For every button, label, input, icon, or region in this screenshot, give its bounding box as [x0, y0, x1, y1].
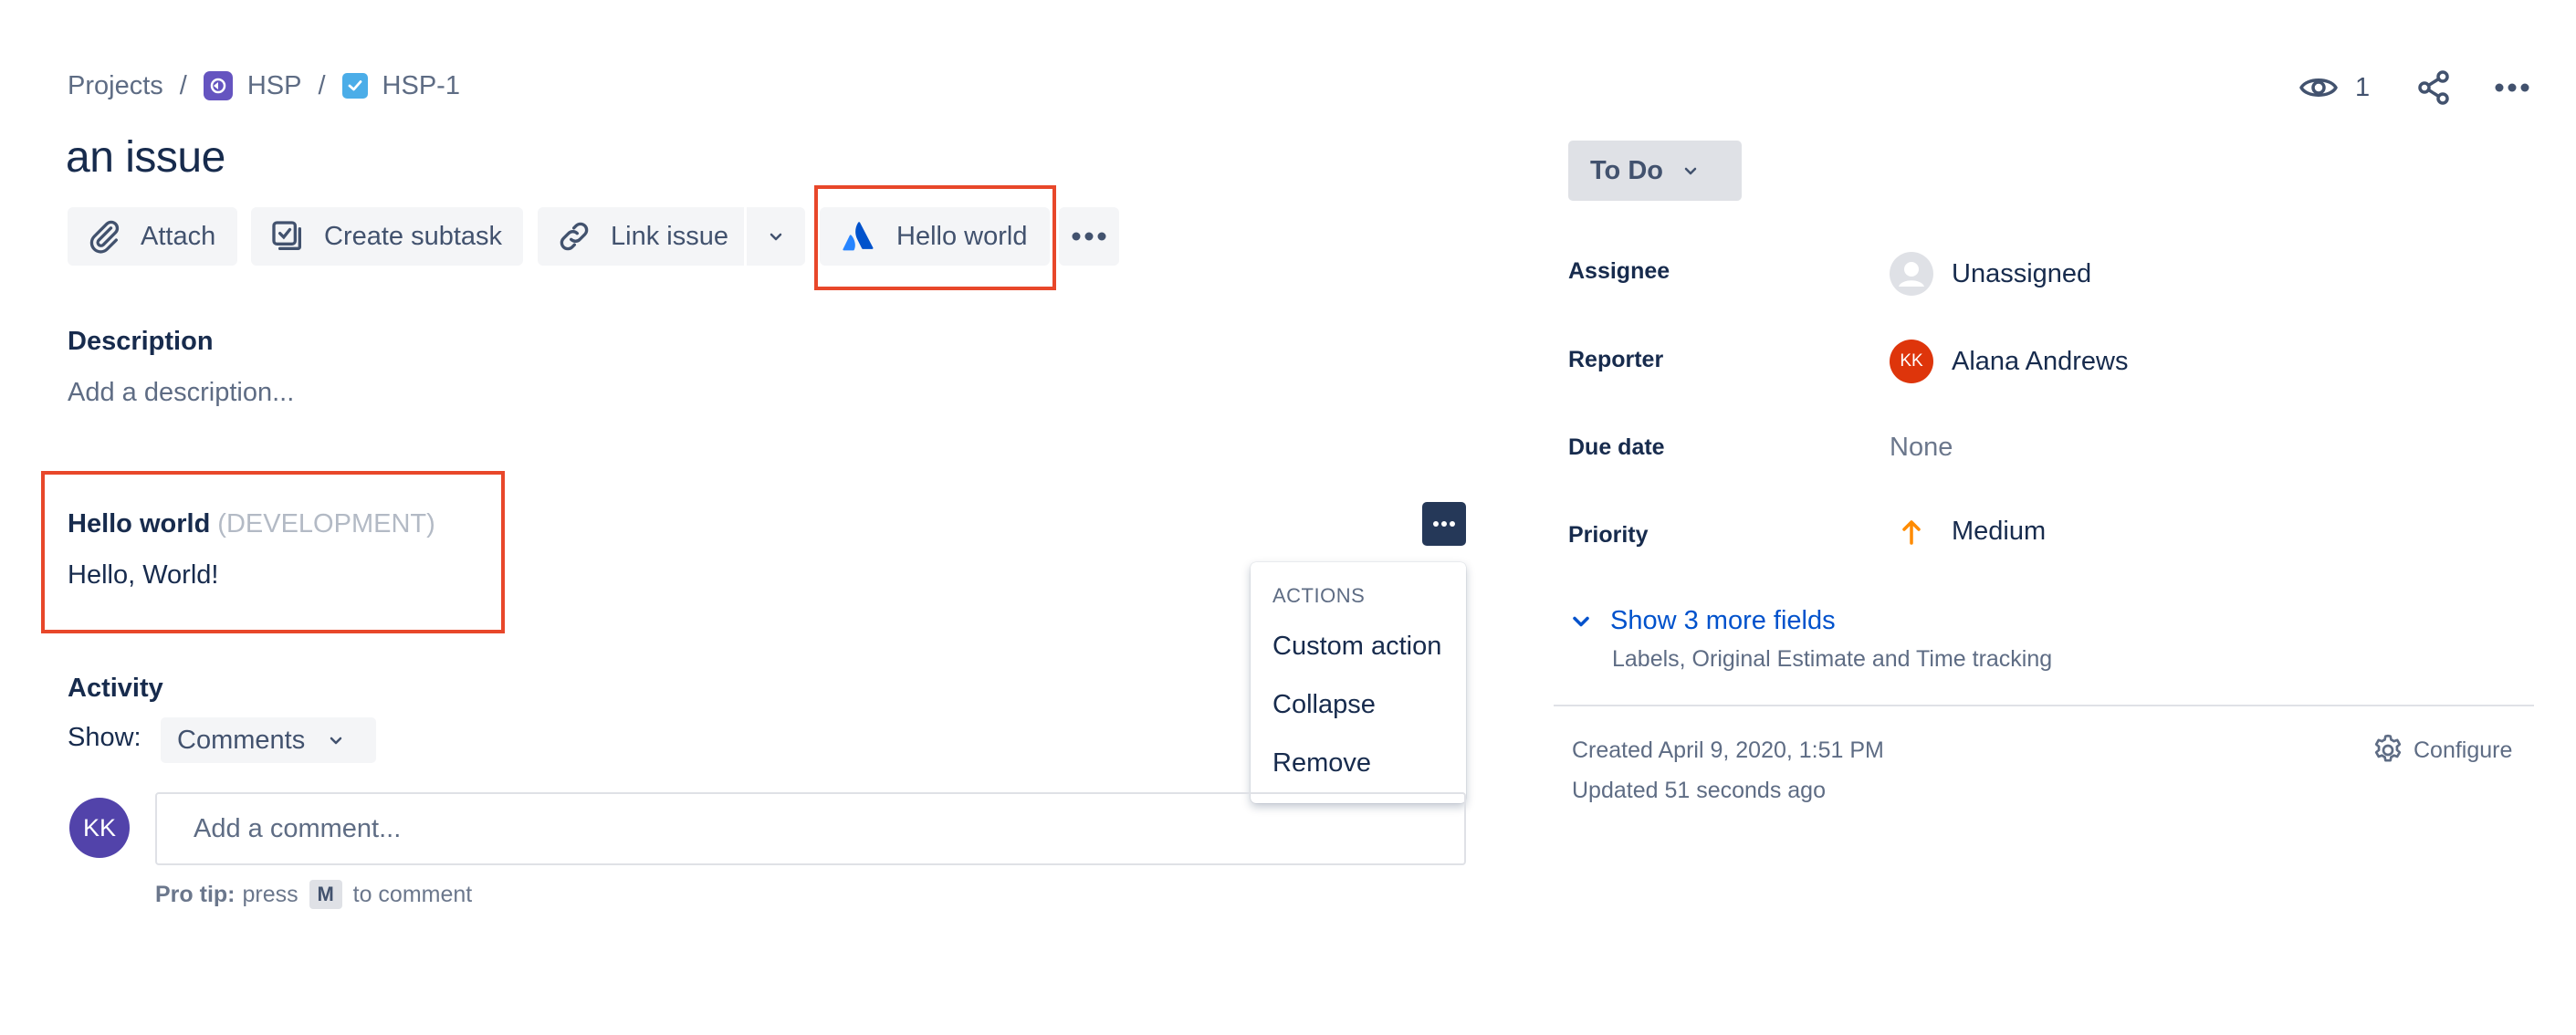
chevron-down-icon: [1573, 616, 1589, 626]
due-date-field[interactable]: None: [1890, 433, 1953, 463]
breadcrumb-project[interactable]: HSP: [247, 71, 302, 101]
configure-label: Configure: [2414, 737, 2513, 763]
due-date-label: Due date: [1568, 434, 1665, 460]
share-icon: [2418, 70, 2449, 105]
more-actions-button[interactable]: [1059, 207, 1119, 266]
app-panel-content: Hello, World!: [68, 560, 219, 590]
actions-menu-heading: ACTIONS: [1272, 584, 1366, 607]
pro-tip: Pro tip: press M to comment: [155, 880, 472, 909]
divider: [1554, 705, 2534, 706]
created-timestamp: Created April 9, 2020, 1:51 PM: [1572, 737, 1884, 763]
panel-actions-button[interactable]: [1422, 502, 1466, 546]
atlassian-logo-icon: [843, 222, 874, 251]
more-horizontal-icon: [1433, 521, 1455, 527]
link-issue-button[interactable]: Link issue: [538, 207, 744, 266]
unassigned-avatar-icon: [1890, 252, 1933, 296]
show-more-fields-button[interactable]: Show 3 more fields: [1568, 606, 1836, 636]
assignee-value: Unassigned: [1952, 258, 2092, 288]
breadcrumb: Projects / HSP / HSP-1: [68, 68, 460, 104]
priority-value: Medium: [1952, 517, 2047, 546]
reporter-label: Reporter: [1568, 347, 1664, 372]
breadcrumb-separator: /: [318, 70, 326, 100]
hello-world-button[interactable]: Hello world: [820, 207, 1050, 266]
assignee-field[interactable]: Unassigned: [1890, 252, 2091, 296]
arrow-up-icon: [1890, 519, 1933, 545]
menu-item-remove[interactable]: Remove: [1272, 748, 1371, 779]
activity-label: Activity: [68, 674, 163, 703]
gear-icon: [2374, 734, 2402, 762]
keyboard-key: M: [309, 880, 342, 909]
status-label: To Do: [1590, 155, 1663, 185]
watchers-count: 1: [2355, 72, 2371, 102]
issue-more-button[interactable]: [2494, 68, 2530, 108]
actions-menu: ACTIONS Custom action Collapse Remove: [1251, 562, 1466, 803]
activity-filter-value: Comments: [177, 725, 306, 755]
show-more-fields-label: Show 3 more fields: [1610, 606, 1836, 635]
pro-tip-press: press: [242, 881, 298, 907]
reporter-field[interactable]: KK Alana Andrews: [1890, 340, 2128, 383]
configure-button[interactable]: Configure: [2370, 732, 2512, 768]
attach-button[interactable]: Attach: [68, 207, 237, 266]
paperclip-icon: [89, 220, 120, 254]
breadcrumb-issue[interactable]: HSP-1: [382, 71, 460, 101]
show-label: Show:: [68, 723, 141, 752]
chevron-down-icon: [770, 233, 782, 241]
watch-button[interactable]: 1: [2299, 68, 2370, 108]
attach-label: Attach: [141, 221, 216, 251]
hello-world-label: Hello world: [896, 221, 1028, 251]
app-panel-environment: (DEVELOPMENT): [217, 509, 435, 538]
breadcrumb-separator: /: [179, 70, 187, 100]
task-type-icon: [341, 73, 368, 99]
more-horizontal-icon: [2495, 83, 2529, 92]
breadcrumb-projects[interactable]: Projects: [68, 71, 163, 101]
due-date-value: None: [1890, 433, 1953, 462]
avatar: KK: [69, 798, 130, 858]
app-panel-highlight: [41, 471, 505, 633]
status-dropdown[interactable]: To Do: [1568, 141, 1742, 201]
app-panel-title: Hello world (DEVELOPMENT): [68, 509, 435, 539]
more-fields-summary: Labels, Original Estimate and Time track…: [1612, 646, 2053, 672]
menu-item-custom-action[interactable]: Custom action: [1272, 632, 1441, 662]
comment-input[interactable]: Add a comment...: [155, 792, 1466, 865]
link-issue-dropdown[interactable]: [747, 207, 805, 266]
priority-label: Priority: [1568, 522, 1649, 548]
chevron-down-icon: [1684, 167, 1697, 175]
priority-field[interactable]: Medium: [1890, 517, 2046, 547]
pro-tip-suffix: to comment: [352, 881, 473, 907]
reporter-value: Alana Andrews: [1952, 346, 2129, 376]
assignee-label: Assignee: [1568, 258, 1670, 284]
description-label: Description: [68, 327, 214, 356]
updated-timestamp: Updated 51 seconds ago: [1572, 778, 1826, 803]
link-issue-label: Link issue: [611, 221, 728, 251]
description-field[interactable]: Add a description...: [68, 378, 294, 408]
subtask-icon: [272, 221, 301, 250]
share-button[interactable]: [2415, 68, 2452, 108]
more-horizontal-icon: [1072, 232, 1106, 241]
chevron-down-icon: [330, 737, 342, 745]
reporter-avatar: KK: [1890, 340, 1933, 383]
menu-item-collapse[interactable]: Collapse: [1272, 690, 1376, 720]
eye-icon: [2299, 78, 2338, 97]
create-subtask-button[interactable]: Create subtask: [251, 207, 523, 266]
issue-title[interactable]: an issue: [66, 132, 225, 183]
project-icon: [203, 71, 233, 100]
pro-tip-label: Pro tip:: [155, 881, 236, 907]
create-subtask-label: Create subtask: [324, 221, 503, 251]
link-icon: [560, 222, 589, 251]
app-panel-name: Hello world: [68, 509, 211, 538]
activity-filter-select[interactable]: Comments: [161, 717, 376, 763]
